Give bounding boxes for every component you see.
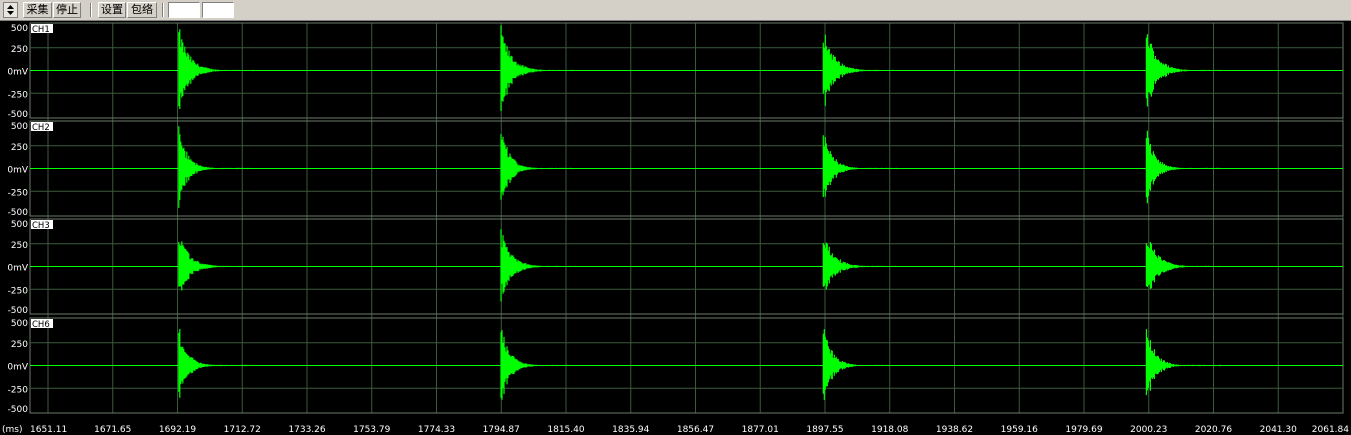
x-tick-label: 1979.69 <box>1065 425 1102 435</box>
y-tick-label: 500 <box>11 122 28 132</box>
y-tick-label: -500 <box>8 306 29 316</box>
y-tick-label: -500 <box>8 208 29 218</box>
x-axis-unit-label: (ms) <box>2 425 22 435</box>
x-tick-label: 1794.87 <box>483 425 520 435</box>
y-tick-label: 0mV <box>7 363 28 373</box>
value-input-1[interactable] <box>168 2 200 18</box>
x-tick-label: 1938.62 <box>936 425 973 435</box>
x-tick-label: 1712.72 <box>224 425 261 435</box>
x-tick-label: 1918.08 <box>871 425 908 435</box>
y-tick-label: -250 <box>8 90 29 100</box>
y-tick-label: 0mV <box>7 264 28 274</box>
y-tick-label: 250 <box>11 143 28 153</box>
x-tick-label: 1959.16 <box>1001 425 1038 435</box>
value-input-2[interactable] <box>202 2 234 18</box>
x-tick-label: 2000.23 <box>1130 425 1167 435</box>
y-tick-label: -250 <box>8 385 29 395</box>
stop-button[interactable]: 停止 <box>53 2 81 18</box>
channel-label: CH3 <box>32 221 50 231</box>
x-tick-label: 1835.94 <box>612 425 649 435</box>
y-tick-label: 250 <box>11 241 28 251</box>
x-tick-label: 1671.65 <box>94 425 131 435</box>
y-tick-label: -250 <box>8 188 29 198</box>
x-tick-label: 1897.55 <box>806 425 843 435</box>
x-tick-label: 2041.30 <box>1260 425 1297 435</box>
x-tick-label: 1877.01 <box>742 425 779 435</box>
x-tick-label: 1692.19 <box>159 425 196 435</box>
envelope-button[interactable]: 包络 <box>127 2 157 18</box>
y-tick-label: -500 <box>8 405 29 415</box>
y-tick-label: -500 <box>8 110 29 120</box>
toolbar-separator <box>90 3 92 17</box>
y-tick-label: 250 <box>11 340 28 350</box>
x-tick-label: 1815.40 <box>547 425 584 435</box>
x-tick-label: 1774.33 <box>418 425 455 435</box>
y-tick-label: -250 <box>8 286 29 296</box>
channel-label: CH2 <box>32 123 50 133</box>
up-down-spinner-icon[interactable] <box>3 2 18 18</box>
x-tick-label: 2061.84 <box>1312 425 1349 435</box>
x-tick-label: 2020.76 <box>1195 425 1232 435</box>
y-tick-label: 500 <box>11 24 28 34</box>
x-tick-label: 1753.79 <box>353 425 390 435</box>
x-tick-label: 1733.26 <box>288 425 325 435</box>
channel-label: CH1 <box>32 25 50 35</box>
settings-button[interactable]: 设置 <box>98 2 126 18</box>
y-tick-label: 250 <box>11 45 28 55</box>
y-tick-label: 0mV <box>7 68 28 78</box>
channel-label: CH6 <box>32 320 50 330</box>
x-tick-label: 1856.47 <box>677 425 714 435</box>
oscilloscope-display[interactable]: CH15002500mV-250-500CH25002500mV-250-500… <box>0 21 1351 435</box>
acquire-button[interactable]: 采集 <box>23 2 52 18</box>
y-tick-label: 500 <box>11 220 28 230</box>
x-tick-label: 1651.11 <box>30 425 67 435</box>
toolbar: 采集 停止 设置 包络 <box>0 0 1351 21</box>
y-tick-label: 500 <box>11 319 28 329</box>
toolbar-separator <box>162 3 164 17</box>
y-tick-label: 0mV <box>7 166 28 176</box>
